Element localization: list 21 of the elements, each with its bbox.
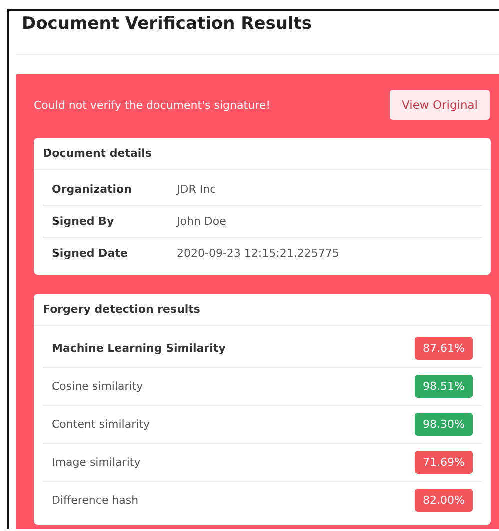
result-label: Image similarity <box>52 456 141 469</box>
page-title: Document Verification Results <box>22 13 314 36</box>
score-badge: 71.69% <box>415 451 473 474</box>
result-label: Difference hash <box>52 494 139 507</box>
score-badge: 98.30% <box>415 413 473 436</box>
result-label: Cosine similarity <box>52 380 144 393</box>
view-original-button[interactable]: View Original <box>390 90 490 120</box>
detail-value: 2020-09-23 12:15:21.225775 <box>177 247 340 260</box>
result-label: Content similarity <box>52 418 150 431</box>
detail-label: Organization <box>52 183 133 196</box>
card-title: Document details <box>34 138 491 170</box>
result-label: Machine Learning Similarity <box>52 342 226 355</box>
card-title: Forgery detection results <box>34 294 491 326</box>
detail-value: John Doe <box>177 215 226 228</box>
detail-label: Signed By <box>52 215 116 228</box>
alert-message: Could not verify the document's signature! <box>34 98 270 112</box>
score-badge: 87.61% <box>415 337 473 360</box>
detail-label: Signed Date <box>52 247 129 260</box>
score-badge: 82.00% <box>415 489 473 512</box>
detail-value: JDR Inc <box>177 183 216 196</box>
score-badge: 98.51% <box>415 375 473 398</box>
